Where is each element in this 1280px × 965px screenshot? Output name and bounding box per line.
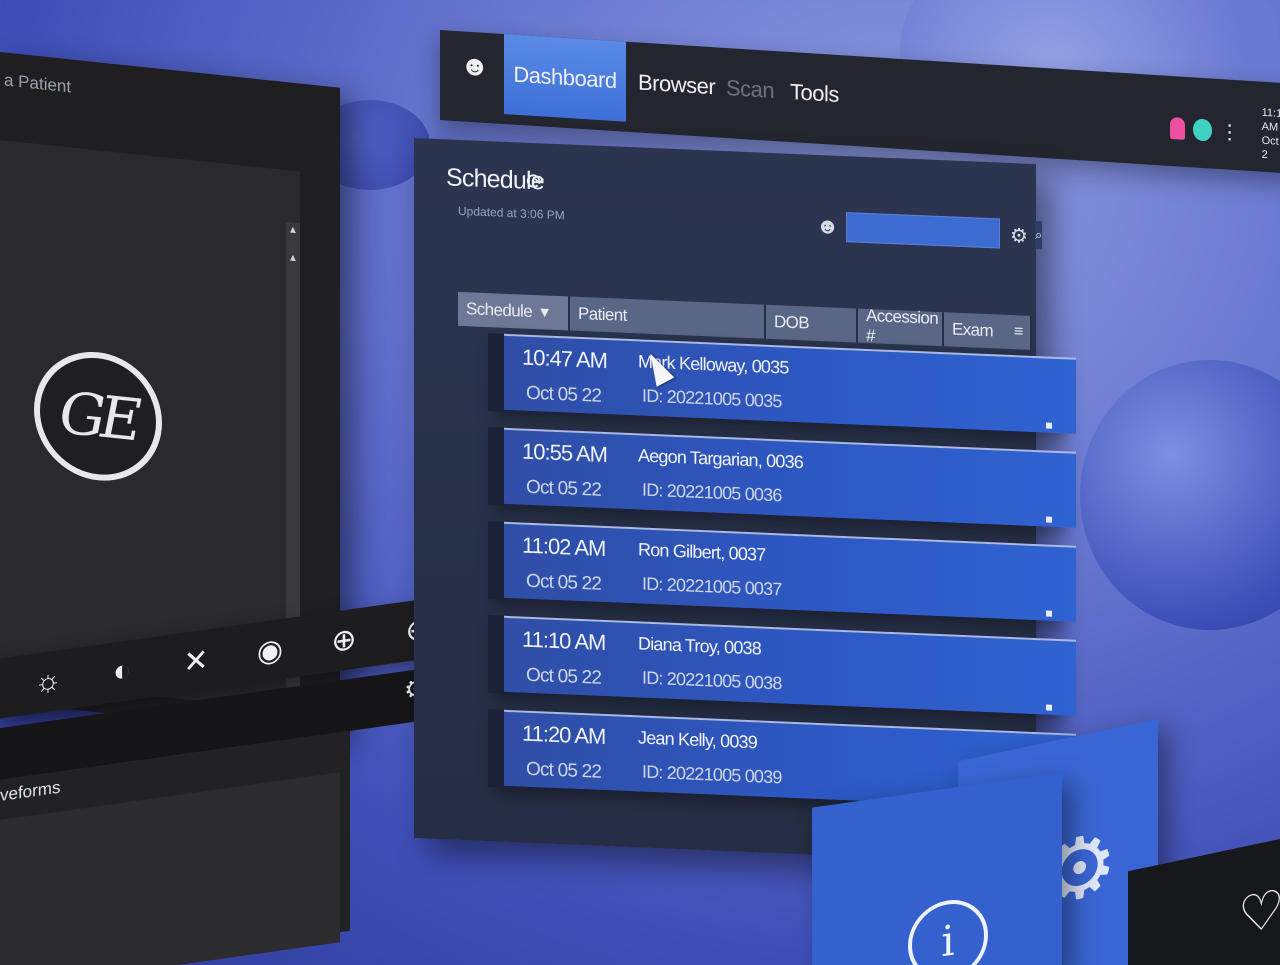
row-time: 10:47 AM xyxy=(522,344,607,374)
row-patient-id: ID: 20221005 0039 xyxy=(642,761,782,788)
tab-tools[interactable]: Tools xyxy=(790,52,839,135)
contrast-icon[interactable]: ◐ xyxy=(104,651,140,692)
schedule-row[interactable]: 10:47 AM Oct 05 22 Mark Kelloway, 0035 I… xyxy=(488,333,1076,434)
row-indicator xyxy=(1046,610,1052,617)
chat-icon[interactable] xyxy=(1193,118,1212,142)
clock: 11:18 AM Oct 05 2 xyxy=(1262,106,1280,164)
heart-icon: ♡ xyxy=(1238,878,1280,947)
column-header-dob[interactable]: DOB xyxy=(766,304,858,343)
nav-status-area: ⋮ 11:18 AM Oct 05 2 xyxy=(1170,100,1280,164)
row-date: Oct 05 22 xyxy=(526,476,602,501)
row-time: 10:55 AM xyxy=(522,438,607,468)
waveforms-canvas[interactable] xyxy=(0,772,340,965)
row-patient-id: ID: 20221005 0038 xyxy=(642,667,782,694)
search-field[interactable]: ⌕ xyxy=(846,212,1043,250)
schedule-row[interactable]: 11:02 AM Oct 05 22 Ron Gilbert, 0037 ID:… xyxy=(488,521,1076,622)
row-indicator xyxy=(1046,422,1052,429)
clock-time: 11:18 AM xyxy=(1261,106,1280,134)
schedule-panel: Schedule ⟳ Updated at 3:06 PM ☻ ⌕ ⚙ Sche… xyxy=(414,138,1076,865)
row-patient-id: ID: 20221005 0035 xyxy=(642,385,782,412)
row-patient-name: Diana Troy, 0038 xyxy=(638,633,761,659)
row-patient-name: Ron Gilbert, 0037 xyxy=(638,539,766,565)
row-patient-id: ID: 20221005 0036 xyxy=(642,479,782,506)
eye-icon[interactable]: ◉ xyxy=(252,630,288,671)
row-indicator xyxy=(1046,704,1052,711)
info-icon: i xyxy=(908,894,988,965)
notification-bell-icon[interactable] xyxy=(1170,116,1186,140)
brightness-icon[interactable]: ☼ xyxy=(30,661,66,702)
tab-browser[interactable]: Browser xyxy=(638,42,715,127)
schedule-row[interactable]: 10:55 AM Oct 05 22 Aegon Targarian, 0036… xyxy=(488,427,1076,528)
row-date: Oct 05 22 xyxy=(526,664,602,689)
tab-scan[interactable]: Scan xyxy=(726,48,774,131)
row-time: 11:20 AM xyxy=(522,720,606,750)
gear-icon[interactable]: ⚙ xyxy=(1010,223,1028,249)
scroll-up-icon[interactable]: ▲ xyxy=(288,224,298,236)
row-indicator xyxy=(1046,516,1052,523)
schedule-row[interactable]: 11:10 AM Oct 05 22 Diana Troy, 0038 ID: … xyxy=(488,615,1076,716)
cross-icon[interactable]: ✕ xyxy=(178,641,214,682)
physician-icon[interactable]: ☻ xyxy=(816,213,839,240)
search-icon[interactable]: ⌕ xyxy=(1035,221,1043,250)
row-date: Oct 05 22 xyxy=(526,570,602,595)
row-time: 11:10 AM xyxy=(522,626,606,656)
search-input[interactable] xyxy=(847,213,1035,250)
column-header-schedule[interactable]: Schedule ▾ xyxy=(458,291,570,331)
waveforms-label: veforms xyxy=(0,777,61,805)
tab-dashboard[interactable]: Dashboard xyxy=(504,34,626,122)
viewer-title: a Patient xyxy=(4,70,72,97)
row-patient-id: ID: 20221005 0037 xyxy=(642,573,782,600)
user-icon[interactable]: ☻ xyxy=(460,49,494,85)
chevron-down-icon: ▾ xyxy=(532,301,549,322)
row-patient-name: Jean Kelly, 0039 xyxy=(638,727,757,753)
column-header-accession[interactable]: Accession # xyxy=(858,306,944,347)
column-menu-icon[interactable]: ≡ xyxy=(1014,323,1023,341)
row-date: Oct 05 22 xyxy=(526,382,602,407)
refresh-icon[interactable]: ⟳ xyxy=(526,169,544,196)
schedule-updated: Updated at 3:06 PM xyxy=(458,203,565,223)
zoom-in-icon[interactable]: ⊕ xyxy=(326,620,362,661)
info-tile[interactable]: i xyxy=(812,772,1062,965)
more-options-icon[interactable]: ⋮ xyxy=(1220,119,1240,145)
row-patient-name: Aegon Targarian, 0036 xyxy=(638,445,804,473)
row-time: 11:02 AM xyxy=(522,532,606,562)
background-blob xyxy=(1080,360,1280,630)
clock-date: Oct 05 2 xyxy=(1261,134,1280,162)
row-date: Oct 05 22 xyxy=(526,758,602,783)
scroll-up-icon[interactable]: ▲ xyxy=(288,252,298,264)
column-header-patient[interactable]: Patient xyxy=(570,296,766,339)
